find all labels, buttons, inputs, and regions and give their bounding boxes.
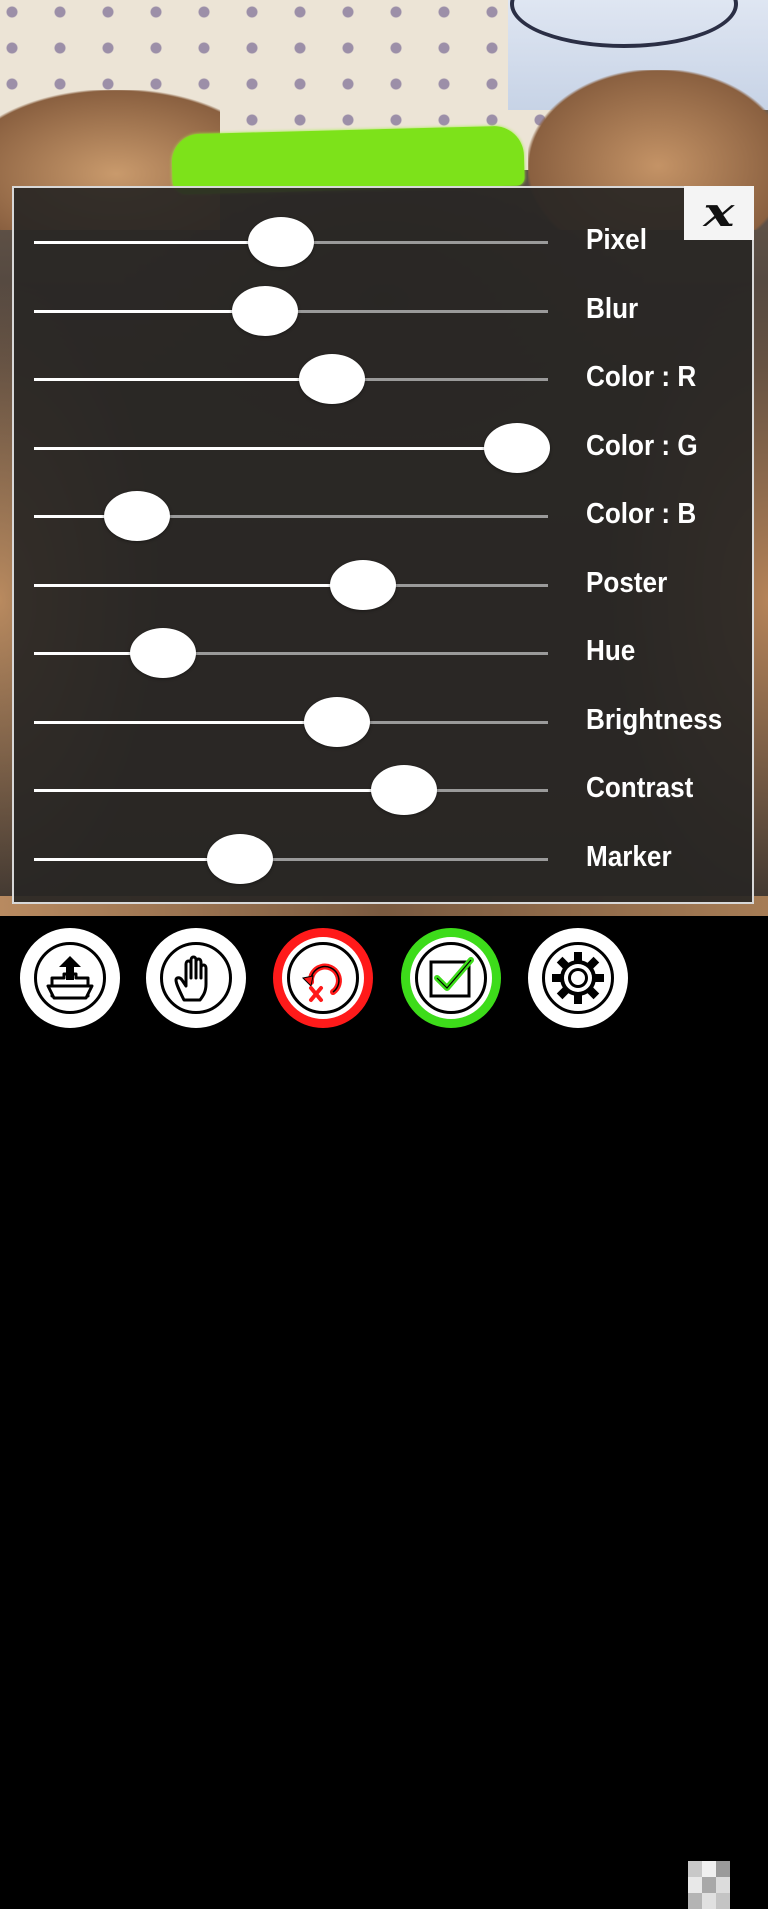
slider-row-color-r: Color : R [14,349,754,409]
slider-row-blur: Blur [14,281,754,341]
slider-row-pixel: Pixel [14,212,754,272]
mosaic-icon [688,1861,730,1909]
slider-label: Poster [586,566,668,599]
slider-track-fill [34,583,363,587]
slider-track[interactable] [34,378,548,381]
slider-track[interactable] [34,652,548,655]
apply-button[interactable] [401,928,501,1028]
slider-label: Color : G [586,429,698,462]
slider-track[interactable] [34,583,548,587]
slider-track-fill [34,378,333,381]
slider-row-color-g: Color : G [14,418,754,478]
slider-label: Hue [586,635,636,667]
slider-thumb[interactable] [206,833,273,884]
adjustment-panel: x Pixel Blur Color : R Color : G Color : B Po… [12,186,754,904]
slider-label: Color : B [586,498,697,530]
slider-thumb[interactable] [299,354,366,404]
slider-thumb[interactable] [247,217,314,267]
mosaic-button[interactable] [688,1861,730,1909]
slider-thumb[interactable] [232,285,299,336]
slider-thumb[interactable] [103,491,170,541]
slider-row-brightness: Brightness [14,692,754,752]
hand-pan-button[interactable] [146,928,246,1028]
slider-label: Blur [586,292,639,325]
slider-track-fill [34,720,338,724]
slider-thumb[interactable] [484,422,551,473]
slider-track-fill [34,309,266,313]
slider-track[interactable] [34,720,548,724]
slider-track[interactable] [34,789,548,792]
slider-thumb[interactable] [329,559,396,610]
hand-icon [174,955,208,1002]
slider-label: Color : R [586,361,697,393]
slider-row-color-b: Color : B [14,486,754,546]
undo-button[interactable] [273,928,373,1028]
slider-label: Marker [586,840,672,873]
slider-row-marker: Marker [14,829,754,889]
slider-label: Pixel [586,224,647,256]
slider-thumb[interactable] [129,628,196,678]
slider-label: Contrast [586,772,694,804]
slider-row-hue: Hue [14,623,754,683]
undo-icon [301,963,342,1002]
export-icon [46,956,94,1000]
bottom-toolbar [0,916,768,1909]
slider-track-fill [34,446,518,450]
slider-label: Brightness [586,703,723,736]
slider-row-contrast: Contrast [14,760,754,820]
slider-track[interactable] [34,857,548,861]
settings-button[interactable] [528,928,628,1028]
export-button[interactable] [20,928,120,1028]
green-marker-stroke [171,125,525,195]
slider-row-poster: Poster [14,555,754,615]
gear-icon [552,952,604,1004]
slider-thumb[interactable] [304,696,371,747]
slider-track[interactable] [34,446,548,450]
slider-track-fill [34,241,281,244]
slider-thumb[interactable] [371,765,438,815]
checkmark-icon [429,957,474,998]
slider-track-fill [34,789,405,792]
